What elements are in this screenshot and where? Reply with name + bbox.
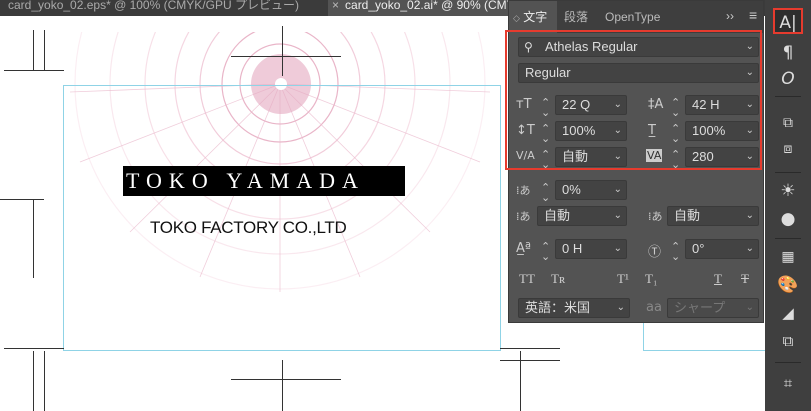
chevron-down-icon: ⌄ <box>745 302 754 313</box>
strikethrough-icon[interactable]: T <box>741 271 749 287</box>
rotation-icon: Ⓣ <box>648 245 662 260</box>
tab-prefix-icon: ◇ <box>513 13 520 23</box>
crop-mark <box>44 30 45 70</box>
antialias-value: シャープ <box>674 300 726 315</box>
divider <box>775 362 801 363</box>
superscript-icon[interactable]: T¹ <box>617 271 629 287</box>
crop-mark <box>500 360 560 361</box>
crop-mark <box>33 351 34 411</box>
chevron-down-icon: ⌄ <box>616 302 625 313</box>
aki-left-icon: ⁞あ <box>516 210 531 223</box>
panel-tab-bar: ◇ 文字 段落 OpenType ›› ≡ <box>509 1 763 33</box>
rotation-stepper[interactable]: ⌃ ⌄ <box>671 241 680 262</box>
document-tab-ai-label: card_yoko_02.ai* @ 90% (CMYK <box>345 0 508 12</box>
close-tab-icon[interactable]: × <box>332 0 339 12</box>
artboard-icon[interactable]: ⌗ <box>773 370 803 396</box>
subscript-icon[interactable]: T₁ <box>645 271 657 287</box>
crop-mark <box>231 56 341 57</box>
panel-menu-icon[interactable]: ≡ <box>749 7 757 23</box>
gradient-icon[interactable]: ◢ <box>773 300 803 326</box>
language-value: 英語：米国 <box>525 300 591 315</box>
crop-mark <box>4 348 64 349</box>
rotation-value: 0° <box>692 241 705 256</box>
tab-character[interactable]: ◇ 文字 <box>509 1 557 33</box>
baseline-shift-icon: A̲ª <box>516 241 532 256</box>
document-tab-ai[interactable]: × card_yoko_02.ai* @ 90% (CMYK <box>328 0 508 16</box>
aki-right-icon: ⁞あ <box>648 210 663 223</box>
antialias-dropdown: シャープ ⌄ <box>667 298 759 318</box>
tab-opentype[interactable]: OpenType <box>605 1 665 33</box>
character-panel: ◇ 文字 段落 OpenType ›› ≡ ⚲ Athelas Regular … <box>505 0 764 323</box>
layers-icon[interactable]: ⧉ <box>773 328 803 354</box>
baseline-shift-input[interactable]: 0 H ⌄ <box>555 239 627 259</box>
sun-icon[interactable]: ☀ <box>773 178 803 204</box>
panel-dock: A| ¶ O ⧉ ⧈ ☀ ● ▦ 🎨 ◢ ⧉ ⌗ <box>765 0 811 411</box>
crop-mark <box>520 351 521 411</box>
tab-paragraph[interactable]: 段落 <box>564 1 594 33</box>
crop-mark <box>500 348 560 349</box>
aki-left-dropdown[interactable]: 自動 ⌄ <box>537 206 627 226</box>
language-dropdown[interactable]: 英語：米国 ⌄ <box>518 298 630 318</box>
tsume-dropdown[interactable]: 0% ⌄ <box>555 180 627 200</box>
highlight-frame <box>505 30 762 170</box>
tsume-value: 0% <box>562 182 581 197</box>
antialias-label: aa <box>646 300 662 315</box>
divider <box>775 238 801 239</box>
aki-right-dropdown[interactable]: 自動 ⌄ <box>667 206 759 226</box>
divider <box>775 172 801 173</box>
crop-mark <box>0 199 44 200</box>
opentype-icon[interactable]: O <box>773 66 803 92</box>
aki-left-value: 自動 <box>544 208 571 223</box>
align-icon[interactable]: ⧈ <box>773 136 803 162</box>
baseline-shift-stepper[interactable]: ⌃ ⌄ <box>541 241 550 262</box>
chevron-down-icon: ⌄ <box>613 243 622 254</box>
company-text[interactable]: TOKO FACTORY CO.,LTD <box>150 218 347 238</box>
crop-mark <box>282 360 283 411</box>
crop-mark <box>4 70 64 71</box>
all-caps-icon[interactable]: TT <box>519 271 535 287</box>
tsume-icon: ⁞あ <box>516 184 531 197</box>
crop-mark <box>44 351 45 411</box>
rotation-input[interactable]: 0° ⌄ <box>685 239 759 259</box>
name-text[interactable]: TOKO YAMADA <box>126 166 365 196</box>
chevron-down-icon: ⌄ <box>613 210 622 221</box>
chevron-down-icon: ⌄ <box>613 184 622 195</box>
crop-mark <box>231 379 341 380</box>
type-icon[interactable]: A| <box>773 8 803 34</box>
collapse-icon[interactable]: ›› <box>726 9 734 23</box>
crop-mark <box>33 30 34 70</box>
document-tab-eps[interactable]: card_yoko_02.eps* @ 100% (CMYK/GPU プレビュー… <box>8 0 318 16</box>
chevron-down-icon: ⌄ <box>745 243 754 254</box>
appearance-icon[interactable]: ● <box>773 206 803 232</box>
underline-icon[interactable]: T <box>714 271 722 287</box>
aki-right-value: 自動 <box>674 208 701 223</box>
baseline-shift-value: 0 H <box>562 241 583 256</box>
swatches-icon[interactable]: ▦ <box>773 244 803 270</box>
divider <box>775 96 801 97</box>
tab-character-label: 文字 <box>523 10 548 24</box>
color-palette-icon[interactable]: 🎨 <box>773 272 803 298</box>
transform-icon[interactable]: ⧉ <box>773 110 803 136</box>
small-caps-icon[interactable]: Tʀ <box>551 271 565 287</box>
tsume-stepper[interactable]: ⌃ ⌄ <box>541 182 550 203</box>
paragraph-icon[interactable]: ¶ <box>773 40 803 66</box>
chevron-down-icon: ⌄ <box>745 210 754 221</box>
crop-mark <box>282 26 283 76</box>
crop-mark <box>33 200 34 278</box>
